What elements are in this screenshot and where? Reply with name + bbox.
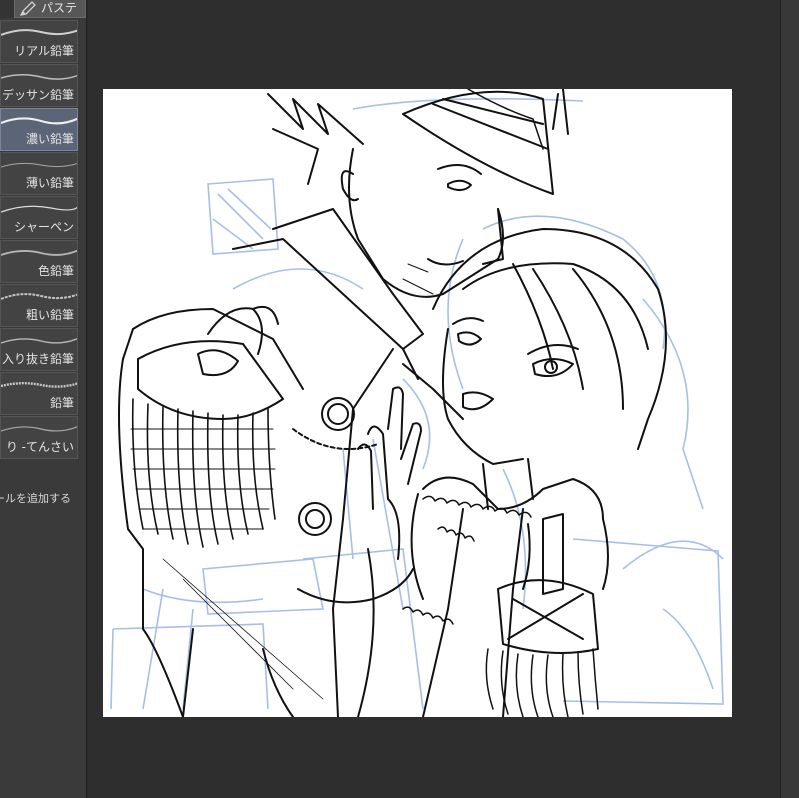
brush-label: シャーペン	[13, 220, 74, 234]
brush-item-taper-pencil[interactable]: 入り抜き鉛筆	[0, 328, 78, 371]
brush-label: 粗い鉛筆	[25, 308, 74, 322]
add-sub-tool-label: ールを追加する	[0, 492, 71, 505]
brush-item-pencil[interactable]: 鉛筆	[0, 372, 78, 415]
add-sub-tool-button[interactable]: ールを追加する	[0, 490, 86, 506]
pencil-icon	[19, 1, 36, 16]
brush-item-dessin-pencil[interactable]: デッサン鉛筆	[0, 64, 78, 107]
brush-stroke-preview	[1, 293, 77, 300]
line-art-drawing	[110, 89, 724, 717]
brush-item-tensai[interactable]: り -てんさい	[0, 416, 78, 459]
blue-sketch-layer	[110, 97, 724, 710]
brush-stroke-preview	[1, 162, 77, 168]
ink-layer	[118, 89, 667, 717]
brush-label: り -てんさい	[5, 440, 74, 454]
brush-stroke-preview	[1, 249, 77, 256]
brush-label: 鉛筆	[49, 396, 74, 410]
brush-list: リアル鉛筆 デッサン鉛筆 濃い鉛筆 薄い鉛筆 シャーペン 色鉛筆 粗い鉛筆 入り…	[0, 20, 78, 460]
brush-item-mechanical-pencil[interactable]: シャーペン	[0, 196, 78, 239]
brush-stroke-preview	[1, 29, 77, 36]
brush-label: 濃い鉛筆	[25, 132, 74, 146]
brush-stroke-preview	[1, 382, 77, 388]
brush-item-colored-pencil[interactable]: 色鉛筆	[0, 240, 78, 283]
brush-item-light-pencil[interactable]: 薄い鉛筆	[0, 152, 78, 195]
brush-label: デッサン鉛筆	[1, 88, 74, 102]
pastel-tab[interactable]: パステ	[14, 0, 86, 18]
brush-stroke-preview	[1, 426, 77, 432]
brush-stroke-preview	[1, 74, 77, 80]
brush-stroke-preview	[1, 117, 77, 125]
brush-item-dark-pencil[interactable]: 濃い鉛筆	[0, 108, 78, 151]
brush-label: 入り抜き鉛筆	[1, 352, 74, 366]
sub-tool-panel: パステ リアル鉛筆 デッサン鉛筆 濃い鉛筆 薄い鉛筆 シャーペン 色鉛筆 粗い鉛…	[0, 0, 87, 798]
panel-strip	[0, 0, 14, 18]
right-panel-edge	[780, 0, 799, 798]
brush-label: リアル鉛筆	[14, 44, 74, 58]
app-window: パステ リアル鉛筆 デッサン鉛筆 濃い鉛筆 薄い鉛筆 シャーペン 色鉛筆 粗い鉛…	[0, 0, 799, 798]
brush-item-rough-pencil[interactable]: 粗い鉛筆	[0, 284, 78, 327]
drawing-canvas[interactable]	[103, 89, 732, 717]
brush-label: 薄い鉛筆	[25, 176, 74, 190]
brush-stroke-preview	[1, 338, 77, 344]
pastel-tab-label: パステ	[41, 1, 78, 15]
brush-label: 色鉛筆	[37, 264, 74, 278]
brush-stroke-preview	[1, 205, 77, 213]
brush-item-real-pencil[interactable]: リアル鉛筆	[0, 20, 78, 63]
